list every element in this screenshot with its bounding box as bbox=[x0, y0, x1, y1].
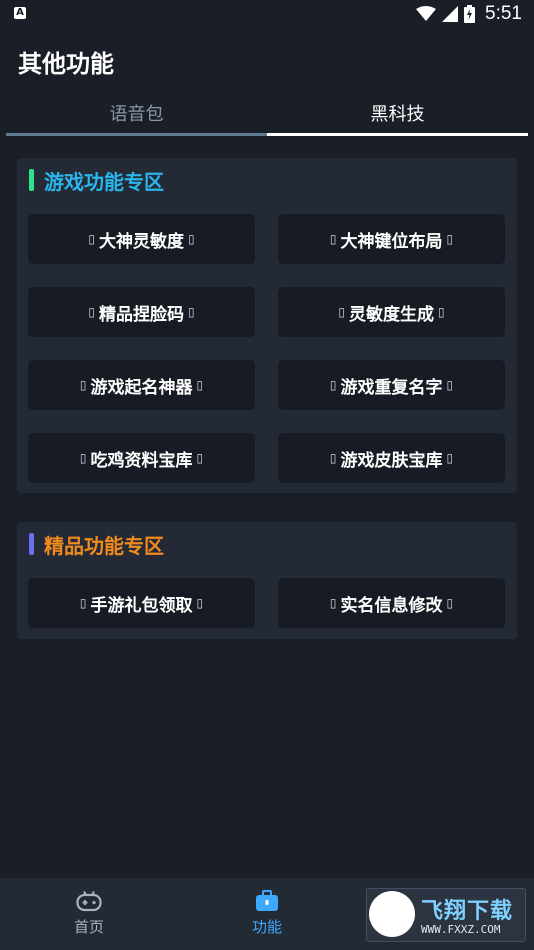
button-label: 实名信息修改 bbox=[340, 595, 443, 616]
bracket-glyph: ▯ bbox=[446, 596, 454, 610]
watermark-logo: 飞翔下载 WWW.FXXZ.COM bbox=[366, 888, 526, 942]
wifi-icon bbox=[416, 6, 437, 21]
bracket-glyph: ▯ bbox=[188, 305, 195, 319]
bracket-glyph: ▯ bbox=[196, 596, 204, 610]
real-name-edit-button[interactable]: ▯ 实名信息修改 ▯ bbox=[278, 578, 505, 628]
pubg-library-button[interactable]: ▯ 吃鸡资料宝库 ▯ bbox=[28, 433, 255, 483]
bracket-glyph: ▯ bbox=[188, 232, 195, 246]
duplicate-name-button[interactable]: ▯ 游戏重复名字 ▯ bbox=[278, 360, 505, 410]
button-label: 游戏重复名字 bbox=[340, 377, 443, 398]
nav-label: 功能 bbox=[251, 918, 282, 936]
bracket-glyph: ▯ bbox=[196, 451, 204, 465]
bracket-glyph: ▯ bbox=[329, 378, 337, 392]
bracket-glyph: ▯ bbox=[446, 451, 454, 465]
button-label: 游戏皮肤宝库 bbox=[340, 450, 443, 471]
button-label: 手游礼包领取 bbox=[90, 595, 193, 616]
status-bar: A 5:51 bbox=[0, 0, 534, 28]
tab-indicator-active bbox=[267, 133, 528, 136]
tab-indicator bbox=[6, 133, 267, 136]
premium-features-panel: 精品功能专区 ▯ 手游礼包领取 ▯ ▯ 实名信息修改 ▯ bbox=[17, 522, 517, 639]
bracket-glyph: ▯ bbox=[79, 596, 87, 610]
button-label: 游戏起名神器 bbox=[90, 377, 193, 398]
bracket-glyph: ▯ bbox=[79, 451, 87, 465]
tab-bar: 语音包 黑科技 bbox=[6, 92, 528, 138]
briefcase-icon bbox=[256, 890, 278, 911]
bracket-glyph: ▯ bbox=[88, 232, 95, 246]
bracket-glyph: ▯ bbox=[88, 305, 95, 319]
notification-icon: A bbox=[14, 7, 26, 19]
button-label: 大神键位布局 bbox=[340, 231, 443, 252]
button-label: 精品捏脸码 bbox=[99, 304, 184, 325]
key-layout-button[interactable]: ▯ 大神键位布局 ▯ bbox=[278, 214, 505, 264]
nav-functions[interactable]: 功能 bbox=[178, 878, 356, 950]
section-accent-bar bbox=[29, 169, 34, 191]
sensitivity-button[interactable]: ▯ 大神灵敏度 ▯ bbox=[28, 214, 255, 264]
tab-black-tech[interactable]: 黑科技 bbox=[267, 92, 528, 138]
tab-voice-pack[interactable]: 语音包 bbox=[6, 92, 267, 138]
page-title: 其他功能 bbox=[18, 50, 114, 78]
section-title: 精品功能专区 bbox=[44, 533, 164, 558]
bracket-glyph: ▯ bbox=[329, 451, 337, 465]
nav-label: 首页 bbox=[73, 918, 104, 936]
sensitivity-generator-button[interactable]: ▯ 灵敏度生成 ▯ bbox=[278, 287, 505, 337]
watermark-badge-icon bbox=[369, 891, 415, 937]
bracket-glyph: ▯ bbox=[338, 305, 345, 319]
bracket-glyph: ▯ bbox=[438, 305, 445, 319]
gift-pack-button[interactable]: ▯ 手游礼包领取 ▯ bbox=[28, 578, 255, 628]
clock: 5:51 bbox=[485, 3, 522, 24]
tab-label: 黑科技 bbox=[370, 104, 425, 125]
button-label: 吃鸡资料宝库 bbox=[90, 450, 193, 471]
game-features-panel: 游戏功能专区 ▯ 大神灵敏度 ▯ ▯ 大神键位布局 ▯ ▯ 精品捏脸码 ▯ ▯ 灵敏度生成 ▯ … bbox=[17, 158, 517, 493]
status-icons: 5:51 bbox=[416, 3, 522, 25]
skin-library-button[interactable]: ▯ 游戏皮肤宝库 ▯ bbox=[278, 433, 505, 483]
bracket-glyph: ▯ bbox=[446, 232, 454, 246]
bracket-glyph: ▯ bbox=[329, 232, 337, 246]
bracket-glyph: ▯ bbox=[196, 378, 204, 392]
name-generator-button[interactable]: ▯ 游戏起名神器 ▯ bbox=[28, 360, 255, 410]
watermark-url: WWW.FXXZ.COM bbox=[421, 923, 501, 936]
bracket-glyph: ▯ bbox=[329, 596, 337, 610]
section-header: 精品功能专区 bbox=[29, 532, 164, 558]
tab-label: 语音包 bbox=[109, 104, 164, 125]
section-accent-bar bbox=[29, 533, 34, 555]
button-label: 灵敏度生成 bbox=[349, 304, 434, 325]
battery-icon bbox=[464, 5, 476, 23]
watermark-brand: 飞翔下载 bbox=[421, 899, 514, 924]
gamepad-icon bbox=[76, 891, 102, 912]
face-code-button[interactable]: ▯ 精品捏脸码 ▯ bbox=[28, 287, 255, 337]
signal-icon bbox=[442, 6, 459, 22]
bracket-glyph: ▯ bbox=[79, 378, 87, 392]
section-title: 游戏功能专区 bbox=[44, 169, 164, 194]
button-label: 大神灵敏度 bbox=[99, 231, 184, 252]
bracket-glyph: ▯ bbox=[446, 378, 454, 392]
nav-home[interactable]: 首页 bbox=[0, 878, 178, 950]
section-header: 游戏功能专区 bbox=[29, 168, 164, 194]
